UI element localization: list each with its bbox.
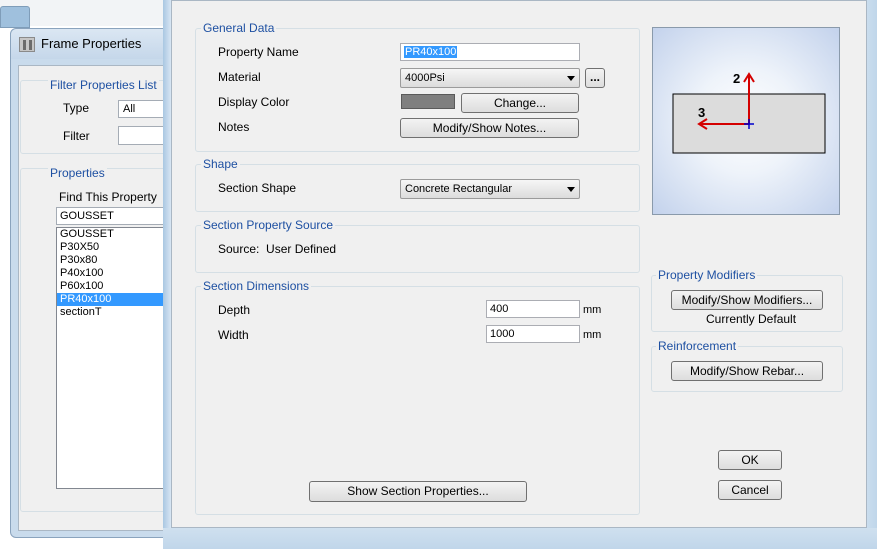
frame-properties-app-icon (19, 37, 35, 52)
width-label: Width (218, 328, 249, 342)
shape-title: Shape (201, 157, 240, 171)
reinforcement-title: Reinforcement (656, 339, 739, 353)
width-unit-label: mm (583, 329, 602, 341)
modify-show-modifiers-button[interactable]: Modify/Show Modifiers... (671, 290, 823, 310)
properties-list[interactable]: GOUSSET P30X50 P30x80 P40x100 P60x100 PR… (56, 227, 176, 489)
depth-unit-label: mm (583, 304, 602, 316)
display-color-label: Display Color (218, 95, 290, 109)
property-name-input[interactable]: PR40x100 (400, 43, 580, 61)
list-item[interactable]: P30X50 (57, 241, 175, 254)
axis-2-label: 2 (733, 71, 740, 86)
find-property-input[interactable]: GOUSSET (56, 207, 176, 225)
chevron-down-icon (567, 76, 575, 81)
section-shape-label: Section Shape (218, 181, 297, 195)
property-name-value: PR40x100 (404, 46, 458, 58)
depth-input[interactable]: 400 (486, 300, 580, 318)
material-value: 4000Psi (405, 72, 445, 84)
width-input[interactable]: 1000 (486, 325, 580, 343)
material-browse-button[interactable]: ... (585, 68, 605, 88)
modifiers-status: Currently Default (706, 312, 797, 326)
list-item[interactable]: P60x100 (57, 280, 175, 293)
show-section-properties-button[interactable]: Show Section Properties... (309, 481, 527, 502)
background-window-tab[interactable] (0, 6, 30, 28)
frame-properties-titlebar[interactable]: Frame Properties (11, 29, 181, 59)
filter-properties-group-title: Filter Properties List (48, 78, 159, 92)
material-select[interactable]: 4000Psi (400, 68, 580, 88)
dialog-bottom-border (163, 528, 877, 549)
material-label: Material (218, 70, 261, 84)
property-name-label: Property Name (218, 45, 299, 59)
section-preview: 2 3 (652, 27, 840, 215)
list-item[interactable]: GOUSSET (57, 228, 175, 241)
change-color-button[interactable]: Change... (461, 93, 579, 113)
list-item[interactable]: sectionT (57, 306, 175, 319)
section-dimensions-title: Section Dimensions (201, 279, 312, 293)
dialog-left-border (163, 0, 171, 549)
properties-group-title: Properties (48, 166, 107, 180)
list-item[interactable]: P40x100 (57, 267, 175, 280)
display-color-swatch (401, 94, 455, 109)
depth-label: Depth (218, 303, 251, 317)
frame-properties-title: Frame Properties (41, 36, 142, 51)
list-item-selected[interactable]: PR40x100 (57, 293, 175, 306)
type-label: Type (63, 101, 90, 115)
modify-show-notes-button[interactable]: Modify/Show Notes... (400, 118, 579, 138)
ok-button[interactable]: OK (718, 450, 782, 470)
axis-3-label: 3 (698, 105, 705, 120)
filter-label: Filter (63, 129, 90, 143)
section-source-title: Section Property Source (201, 218, 336, 232)
modify-show-rebar-button[interactable]: Modify/Show Rebar... (671, 361, 823, 381)
notes-label: Notes (218, 120, 250, 134)
section-preview-drawing: 2 3 (672, 71, 826, 154)
section-shape-value: Concrete Rectangular (405, 183, 513, 195)
section-shape-select[interactable]: Concrete Rectangular (400, 179, 580, 199)
list-item[interactable]: P30x80 (57, 254, 175, 267)
chevron-down-icon (567, 187, 575, 192)
cancel-button[interactable]: Cancel (718, 480, 782, 500)
find-property-label: Find This Property (59, 190, 157, 204)
general-data-title: General Data (201, 21, 277, 35)
property-modifiers-title: Property Modifiers (656, 268, 758, 282)
source-text: Source: User Defined (218, 242, 337, 256)
